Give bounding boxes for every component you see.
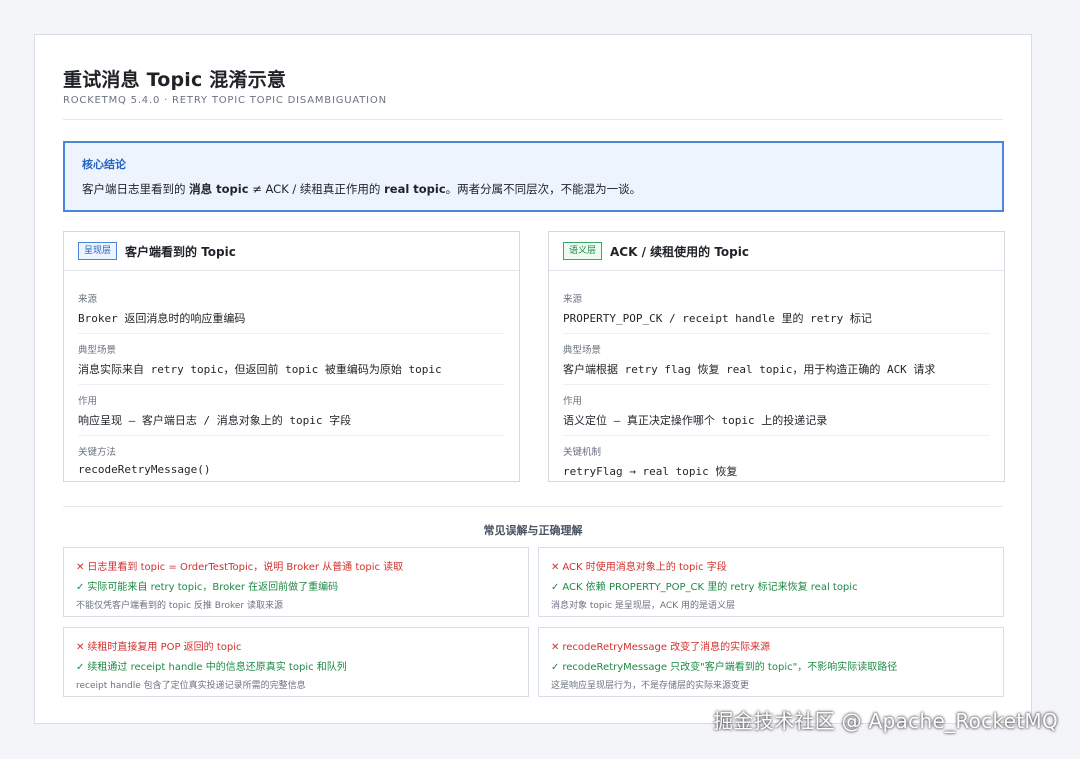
conclusion-text-part: 。两者分属不同层次，不能混为一谈。 — [445, 182, 642, 196]
field-value: 响应呈现 — 客户端日志 / 消息对象上的 topic 字段 — [78, 414, 352, 427]
wrong-text: ACK 时使用消息对象上的 topic 字段 — [562, 562, 727, 573]
check-icon: ✓ — [76, 662, 85, 673]
field-scenario: 典型场景 消息实际来自 retry topic，但返回前 topic 被重编码为… — [78, 334, 505, 385]
field-scenario: 典型场景 客户端根据 retry flag 恢复 real topic，用于构造… — [563, 334, 990, 385]
page-title: 重试消息 Topic 混淆示意 — [63, 69, 287, 91]
wrong-statement: ✕ 续租时直接复用 POP 返回的 topic — [76, 638, 516, 653]
section-divider — [63, 506, 1003, 507]
cross-icon: ✕ — [76, 562, 85, 573]
misconception-note: 不能仅凭客户端看到的 topic 反推 Broker 读取来源 — [76, 601, 283, 611]
field-key-method: 关键方法 recodeRetryMessage() — [78, 436, 505, 483]
conclusion-bold-message-topic: 消息 topic — [189, 182, 249, 196]
correct-text: 实际可能来自 retry topic，Broker 在返回前做了重编码 — [87, 582, 339, 593]
conclusion-text: 客户端日志里看到的 消息 topic ≠ ACK / 续租真正作用的 real … — [82, 181, 985, 197]
field-label: 关键机制 — [563, 447, 602, 458]
field-label: 典型场景 — [78, 345, 117, 356]
panel-title: 客户端看到的 Topic — [125, 244, 236, 259]
diagram-card: 重试消息 Topic 混淆示意 ROCKETMQ 5.4.0 · RETRY T… — [34, 34, 1032, 724]
field-label: 关键方法 — [78, 447, 117, 458]
field-label: 作用 — [563, 396, 583, 407]
correct-text: ACK 依赖 PROPERTY_POP_CK 里的 retry 标记来恢复 re… — [562, 582, 858, 593]
cross-icon: ✕ — [76, 642, 85, 653]
field-value: PROPERTY_POP_CK / receipt handle 里的 retr… — [563, 312, 872, 325]
field-value: retryFlag → real topic 恢复 — [563, 465, 738, 478]
misconception-card: ✕ 续租时直接复用 POP 返回的 topic ✓ 续租通过 receipt han… — [63, 627, 529, 697]
cross-icon: ✕ — [551, 562, 560, 573]
core-conclusion-box: 核心结论 客户端日志里看到的 消息 topic ≠ ACK / 续租真正作用的 … — [63, 141, 1004, 212]
misconception-note: 这是响应呈现层行为，不是存储层的实际来源变更 — [551, 681, 750, 691]
presentation-layer-panel: 呈现层 客户端看到的 Topic 来源 Broker 返回消息时的响应重编码 典… — [63, 231, 520, 482]
field-label: 典型场景 — [563, 345, 602, 356]
correct-statement: ✓ recodeRetryMessage 只改变"客户端看到的 topic"，不影… — [551, 658, 991, 673]
conclusion-text-part: ≠ ACK / 续租真正作用的 — [248, 182, 385, 196]
check-icon: ✓ — [76, 582, 85, 593]
conclusion-bold-real-topic: real topic — [384, 182, 446, 196]
check-icon: ✓ — [551, 662, 560, 673]
correct-statement: ✓ 续租通过 receipt handle 中的信息还原真实 topic 和队列 — [76, 658, 516, 673]
wrong-text: 日志里看到 topic = OrderTestTopic，说明 Broker 从… — [87, 562, 404, 573]
layer-tag: 呈现层 — [78, 242, 118, 260]
correct-text: recodeRetryMessage 只改变"客户端看到的 topic"，不影响… — [562, 662, 898, 673]
header-divider — [63, 119, 1003, 120]
layer-tag: 语义层 — [563, 242, 603, 260]
conclusion-text-part: 客户端日志里看到的 — [82, 182, 190, 196]
field-purpose: 作用 语义定位 — 真正决定操作哪个 topic 上的投递记录 — [563, 385, 990, 436]
wrong-statement: ✕ ACK 时使用消息对象上的 topic 字段 — [551, 558, 991, 573]
panel-header: 呈现层 客户端看到的 Topic — [64, 232, 519, 271]
conclusion-title: 核心结论 — [82, 158, 126, 171]
wrong-statement: ✕ recodeRetryMessage 改变了消息的实际来源 — [551, 638, 991, 653]
field-value: 消息实际来自 retry topic，但返回前 topic 被重编码为原始 to… — [78, 363, 442, 376]
field-value: 语义定位 — 真正决定操作哪个 topic 上的投递记录 — [563, 414, 828, 427]
correct-statement: ✓ ACK 依赖 PROPERTY_POP_CK 里的 retry 标记来恢复 r… — [551, 578, 991, 593]
misconceptions-title: 常见误解与正确理解 — [483, 524, 583, 537]
misconception-card: ✕ 日志里看到 topic = OrderTestTopic，说明 Broker … — [63, 547, 529, 617]
panel-title: ACK / 续租使用的 Topic — [610, 244, 749, 259]
wrong-statement: ✕ 日志里看到 topic = OrderTestTopic，说明 Broker … — [76, 558, 516, 573]
field-label: 作用 — [78, 396, 98, 407]
field-value: Broker 返回消息时的响应重编码 — [78, 312, 246, 325]
misconception-card: ✕ recodeRetryMessage 改变了消息的实际来源 ✓ recodeRe… — [538, 627, 1004, 697]
watermark: 掘金技术社区 @ Apache_RocketMQ — [713, 709, 1058, 733]
correct-text: 续租通过 receipt handle 中的信息还原真实 topic 和队列 — [87, 662, 347, 673]
field-purpose: 作用 响应呈现 — 客户端日志 / 消息对象上的 topic 字段 — [78, 385, 505, 436]
misconception-note: receipt handle 包含了定位真实投递记录所需的完整信息 — [76, 681, 306, 691]
wrong-text: recodeRetryMessage 改变了消息的实际来源 — [562, 642, 771, 653]
wrong-text: 续租时直接复用 POP 返回的 topic — [87, 642, 242, 653]
field-label: 来源 — [563, 294, 583, 305]
cross-icon: ✕ — [551, 642, 560, 653]
check-icon: ✓ — [551, 582, 560, 593]
field-source: 来源 PROPERTY_POP_CK / receipt handle 里的 r… — [563, 271, 990, 334]
field-value: recodeRetryMessage() — [78, 463, 211, 476]
correct-statement: ✓ 实际可能来自 retry topic，Broker 在返回前做了重编码 — [76, 578, 516, 593]
field-label: 来源 — [78, 294, 98, 305]
field-value: 客户端根据 retry flag 恢复 real topic，用于构造正确的 A… — [563, 363, 936, 376]
page-subtitle: ROCKETMQ 5.4.0 · RETRY TOPIC TOPIC DISAM… — [63, 95, 387, 106]
semantic-layer-panel: 语义层 ACK / 续租使用的 Topic 来源 PROPERTY_POP_CK… — [548, 231, 1005, 482]
misconception-note: 消息对象 topic 是呈现层，ACK 用的是语义层 — [551, 601, 735, 611]
field-key-mechanism: 关键机制 retryFlag → real topic 恢复 — [563, 436, 990, 486]
misconception-card: ✕ ACK 时使用消息对象上的 topic 字段 ✓ ACK 依赖 PROPERTY… — [538, 547, 1004, 617]
field-source: 来源 Broker 返回消息时的响应重编码 — [78, 271, 505, 334]
panel-header: 语义层 ACK / 续租使用的 Topic — [549, 232, 1004, 271]
